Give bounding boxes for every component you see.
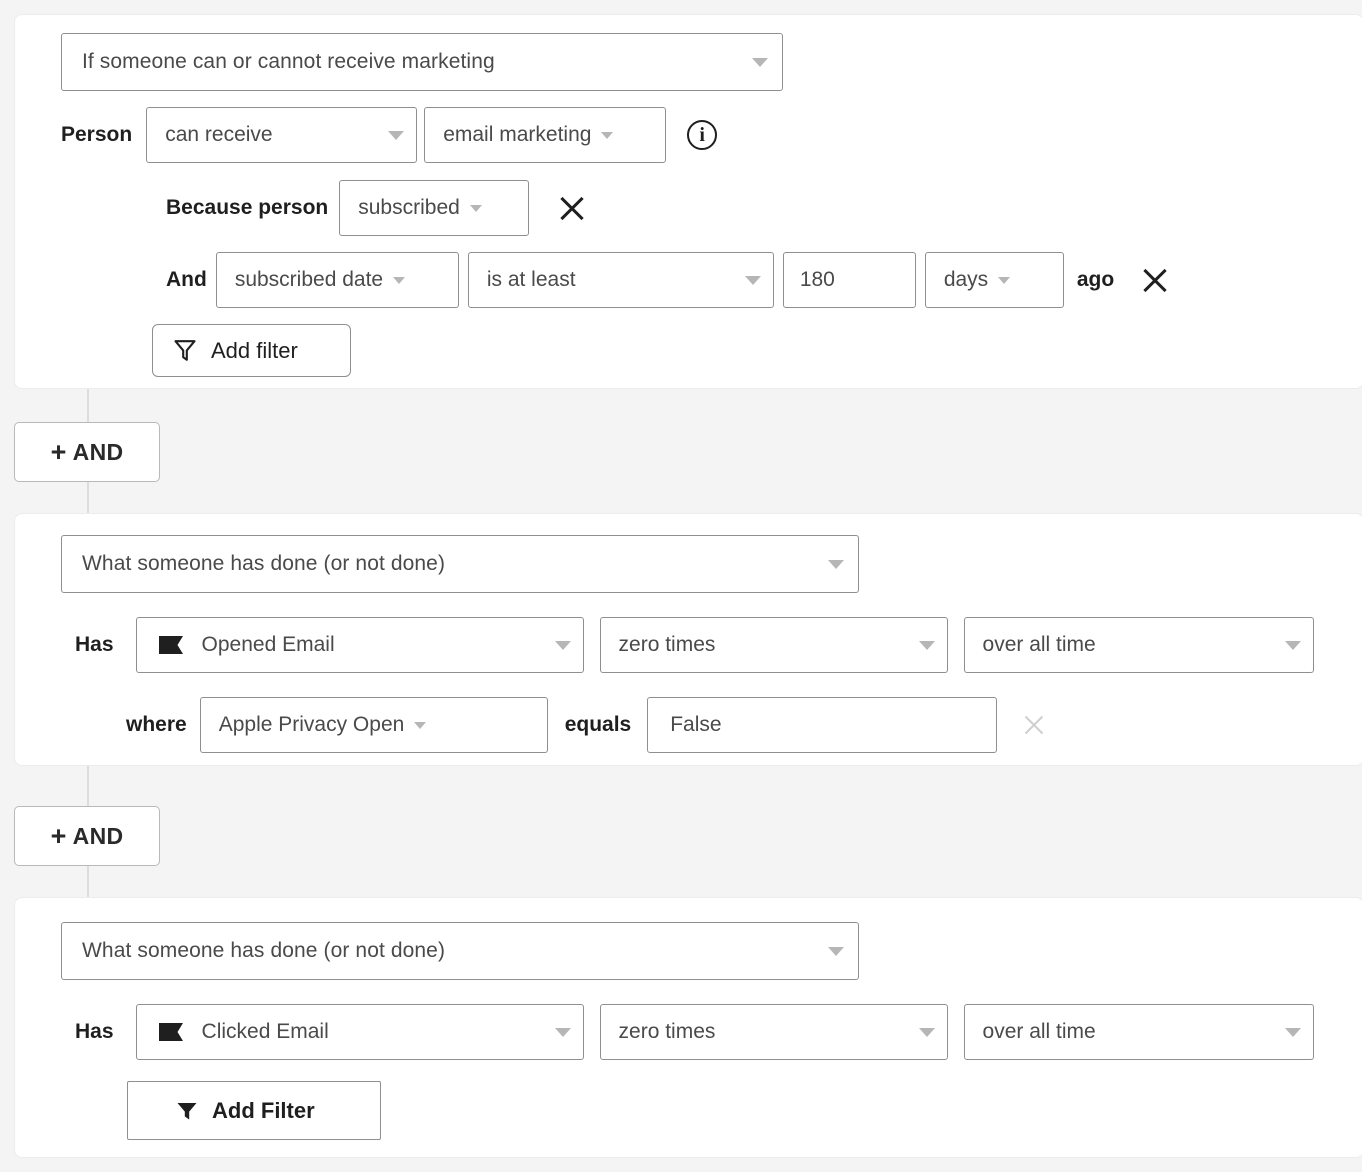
timeframe-select-2[interactable]: over all time xyxy=(964,617,1314,673)
condition-type-select-2[interactable]: What someone has done (or not done) xyxy=(61,535,859,593)
chevron-down-icon xyxy=(828,560,844,569)
add-filter-button-3[interactable]: Add Filter xyxy=(127,1081,381,1140)
date-field-value: subscribed date xyxy=(235,268,383,292)
metric-select-2[interactable]: Opened Email xyxy=(136,617,584,673)
condition-type-label-2: What someone has done (or not done) xyxy=(82,552,828,576)
where-label-2: where xyxy=(126,713,187,737)
chevron-down-icon xyxy=(919,1028,935,1037)
timeframe-value-2: over all time xyxy=(983,633,1285,657)
condition-type-select-1[interactable]: If someone can or cannot receive marketi… xyxy=(61,33,783,91)
date-field-select[interactable]: subscribed date xyxy=(216,252,459,308)
chevron-down-icon xyxy=(555,1028,571,1037)
chevron-down-icon xyxy=(555,641,571,650)
channel-select[interactable]: email marketing xyxy=(424,107,666,163)
person-label: Person xyxy=(61,123,132,147)
add-and-connector-2[interactable]: + AND xyxy=(14,806,160,866)
chevron-down-icon xyxy=(414,722,426,729)
and-connector-label-2: AND xyxy=(73,823,124,850)
chevron-down-icon xyxy=(745,276,761,285)
condition-type-label-1: If someone can or cannot receive marketi… xyxy=(82,50,752,74)
plus-icon: + xyxy=(51,439,67,466)
has-metric-row-3: Has Clicked Email zero times over all ti… xyxy=(75,1004,1314,1060)
where-filter-row-2: where Apple Privacy Open equals False xyxy=(126,697,1049,753)
segment-builder-canvas: If someone can or cannot receive marketi… xyxy=(0,0,1362,1172)
because-person-label: Because person xyxy=(166,196,328,220)
remove-where-row-button-2[interactable] xyxy=(1019,710,1049,740)
date-amount-value: 180 xyxy=(800,268,835,292)
frequency-value-2: zero times xyxy=(619,633,919,657)
remove-date-row-button[interactable] xyxy=(1140,265,1170,295)
plus-icon: + xyxy=(51,823,67,850)
where-value-2: False xyxy=(670,713,721,737)
add-and-connector-1[interactable]: + AND xyxy=(14,422,160,482)
channel-value: email marketing xyxy=(443,123,591,147)
equals-label-2: equals xyxy=(565,713,632,737)
date-condition-row: And subscribed date is at least 180 days… xyxy=(166,252,1170,308)
condition-card-opened-email: What someone has done (or not done) Has … xyxy=(14,513,1362,766)
frequency-value-3: zero times xyxy=(619,1020,919,1044)
condition-card-clicked-email: What someone has done (or not done) Has … xyxy=(14,897,1362,1158)
chevron-down-icon xyxy=(388,131,404,140)
info-circle-icon[interactable]: i xyxy=(687,120,717,150)
has-metric-row-2: Has Opened Email zero times over all tim… xyxy=(75,617,1314,673)
condition-type-select-3[interactable]: What someone has done (or not done) xyxy=(61,922,859,980)
chevron-down-icon xyxy=(1285,641,1301,650)
metric-value-2: Opened Email xyxy=(202,633,555,657)
timeframe-select-3[interactable]: over all time xyxy=(964,1004,1314,1060)
and-connector-label-1: AND xyxy=(73,439,124,466)
event-flag-icon xyxy=(157,1020,185,1044)
chevron-down-icon xyxy=(393,277,405,284)
ago-label: ago xyxy=(1077,268,1114,292)
event-flag-icon xyxy=(157,633,185,657)
where-value-input-2[interactable]: False xyxy=(647,697,997,753)
condition-type-label-3: What someone has done (or not done) xyxy=(82,939,828,963)
metric-select-3[interactable]: Clicked Email xyxy=(136,1004,584,1060)
metric-value-3: Clicked Email xyxy=(202,1020,555,1044)
frequency-select-3[interactable]: zero times xyxy=(600,1004,948,1060)
add-filter-label-3: Add Filter xyxy=(212,1098,315,1124)
channel-state-select[interactable]: can receive xyxy=(146,107,417,163)
add-filter-label-1: Add filter xyxy=(211,338,298,364)
frequency-select-2[interactable]: zero times xyxy=(600,617,948,673)
channel-state-value: can receive xyxy=(165,123,388,147)
condition-card-marketing: If someone can or cannot receive marketi… xyxy=(14,14,1362,389)
chevron-down-icon xyxy=(470,205,482,212)
date-unit-value: days xyxy=(944,268,988,292)
person-row: Person can receive email marketing i xyxy=(61,107,717,163)
and-label: And xyxy=(166,268,207,292)
remove-because-row-button[interactable] xyxy=(557,193,587,223)
add-filter-button-1[interactable]: Add filter xyxy=(152,324,351,377)
chevron-down-icon xyxy=(1285,1028,1301,1037)
chevron-down-icon xyxy=(919,641,935,650)
chevron-down-icon xyxy=(998,277,1010,284)
has-label-3: Has xyxy=(75,1020,114,1044)
date-operator-select[interactable]: is at least xyxy=(468,252,774,308)
filter-funnel-solid-icon xyxy=(176,1100,198,1122)
date-amount-input[interactable]: 180 xyxy=(783,252,916,308)
chevron-down-icon xyxy=(752,58,768,67)
where-property-select-2[interactable]: Apple Privacy Open xyxy=(200,697,548,753)
date-unit-select[interactable]: days xyxy=(925,252,1064,308)
date-operator-value: is at least xyxy=(487,268,745,292)
where-property-value-2: Apple Privacy Open xyxy=(219,713,405,737)
filter-funnel-outline-icon xyxy=(173,338,197,363)
chevron-down-icon xyxy=(601,132,613,139)
because-reason-value: subscribed xyxy=(358,196,460,220)
because-reason-select[interactable]: subscribed xyxy=(339,180,529,236)
has-label-2: Has xyxy=(75,633,114,657)
because-person-row: Because person subscribed xyxy=(166,180,587,236)
timeframe-value-3: over all time xyxy=(983,1020,1285,1044)
chevron-down-icon xyxy=(828,947,844,956)
